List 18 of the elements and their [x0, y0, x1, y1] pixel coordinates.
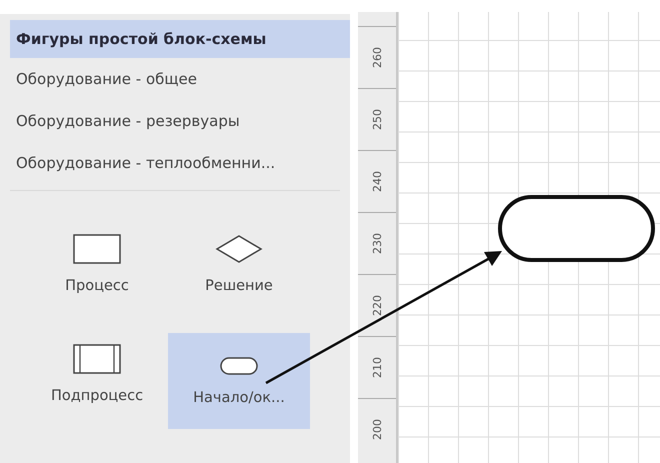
stencil-item[interactable]: Оборудование - теплообменни...: [10, 142, 350, 184]
subprocess-icon: [73, 344, 121, 374]
diamond-icon: [215, 234, 263, 264]
ruler-label: 200: [370, 419, 384, 440]
shape-tile[interactable]: Решение: [168, 209, 310, 319]
rectangle-icon: [73, 234, 121, 264]
ruler-label: 250: [370, 109, 384, 130]
ruler-label: 240: [370, 171, 384, 192]
stencil-item[interactable]: Оборудование - резервуары: [10, 100, 350, 142]
stencil-item[interactable]: Фигуры простой блок-схемы: [10, 20, 350, 58]
shape-tile[interactable]: Начало/ок...: [168, 333, 310, 429]
ruler-label: 220: [370, 295, 384, 316]
ruler-label: 260: [370, 47, 384, 68]
ruler-label: 230: [370, 233, 384, 254]
ruler-label: 210: [370, 357, 384, 378]
shape-tile[interactable]: Процесс: [26, 209, 168, 319]
stencil-item[interactable]: Оборудование - общее: [10, 58, 350, 100]
shape-tile[interactable]: Подпроцесс: [26, 319, 168, 429]
